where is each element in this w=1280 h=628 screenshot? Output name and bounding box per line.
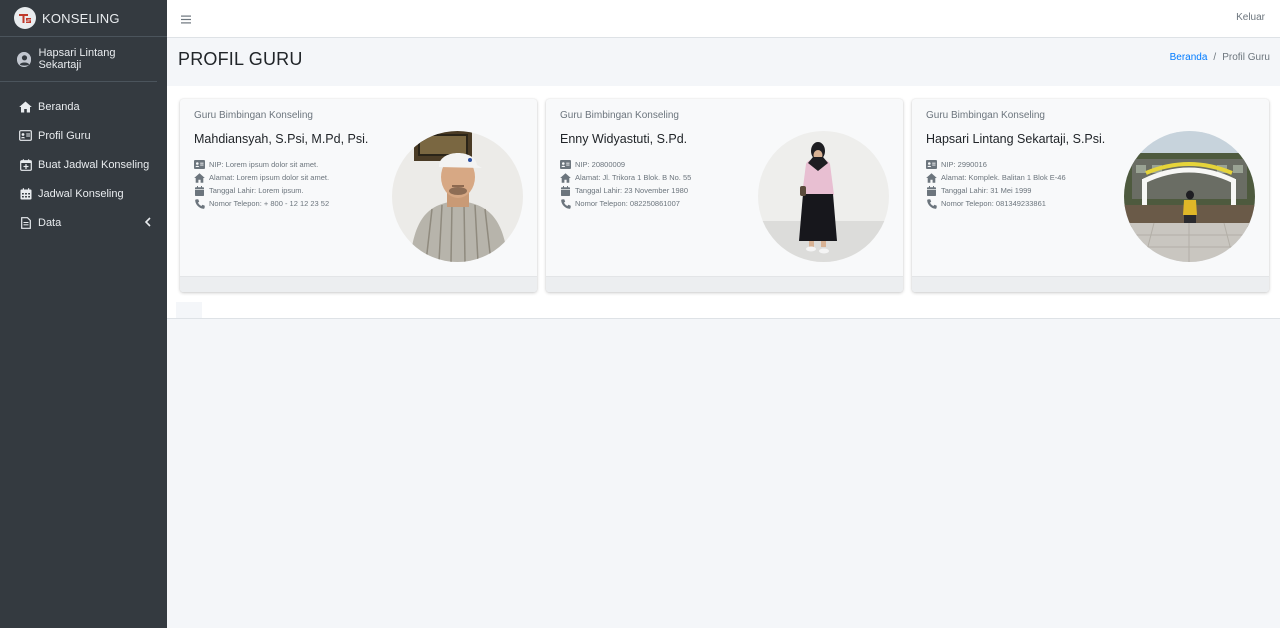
birthdate-row: Tanggal Lahir: Lorem ipsum. (194, 184, 329, 197)
nip-text: NIP: Lorem ipsum dolor sit amet. (209, 160, 319, 169)
brand-link[interactable]: KONSELING (0, 0, 167, 37)
nip-row: NIP: 2990016 (926, 158, 1066, 171)
sidebar-item-label: Beranda (38, 100, 80, 113)
home-icon (560, 172, 571, 183)
address-text: Alamat: Komplek. Balitan 1 Blok E-46 (941, 173, 1066, 182)
phone-icon (194, 198, 205, 209)
user-avatar-icon (17, 51, 32, 67)
breadcrumb-separator: / (1213, 52, 1217, 63)
address-text: Alamat: Lorem ipsum dolor sit amet. (209, 173, 330, 182)
home-icon (19, 100, 32, 113)
breadcrumb: Beranda / Profil Guru (1170, 52, 1270, 63)
card-subtitle: Guru Bimbingan Konseling (194, 110, 313, 121)
nip-text: NIP: 2990016 (941, 160, 987, 169)
sidebar-item-label: Jadwal Konseling (38, 187, 124, 200)
user-name: Hapsari Lintang Sekartaji (38, 47, 116, 71)
card-footer (546, 276, 903, 292)
teacher-info-list: NIP: 2990016 Alamat: Komplek. Balitan 1 … (926, 158, 1066, 210)
sidebar: KONSELING Hapsari Lintang Sekartaji Bera… (0, 0, 167, 628)
teacher-name: Enny Widyastuti, S.Pd. (560, 132, 688, 146)
chevron-left-icon[interactable] (144, 217, 151, 230)
calendar-icon (194, 185, 205, 196)
teacher-card: Guru Bimbingan Konseling Mahdiansyah, S.… (180, 99, 537, 292)
page-title: PROFIL GURU (178, 49, 303, 69)
teacher-name: Mahdiansyah, S.Psi, M.Pd, Psi. (194, 132, 369, 146)
nip-text: NIP: 20800009 (575, 160, 626, 169)
teacher-card: Guru Bimbingan Konseling Enny Widyastuti… (546, 99, 903, 292)
nip-row: NIP: 20800009 (560, 158, 691, 171)
calendar-plus-icon (19, 158, 32, 171)
breadcrumb-home-link[interactable]: Beranda (1170, 52, 1208, 63)
address-row: Alamat: Lorem ipsum dolor sit amet. (194, 171, 329, 184)
address-row: Alamat: Jl. Trikora 1 Blok. B No. 55 (560, 171, 691, 184)
sidebar-item-label: Data (38, 216, 62, 229)
home-icon (926, 172, 937, 183)
sidebar-item-label: Buat Jadwal Konseling (38, 158, 150, 171)
teacher-photo (1124, 131, 1255, 262)
calendar-icon (926, 185, 937, 196)
calendar-icon (19, 187, 32, 200)
birthdate-text: Tanggal Lahir: Lorem ipsum. (209, 186, 304, 195)
birthdate-text: Tanggal Lahir: 23 November 1980 (575, 186, 688, 195)
teacher-name: Hapsari Lintang Sekartaji, S.Psi. (926, 132, 1106, 146)
phone-row: Nomor Telepon: 082250861007 (560, 197, 691, 210)
address-row: Alamat: Komplek. Balitan 1 Blok E-46 (926, 171, 1066, 184)
id-card-icon (194, 160, 205, 170)
birthdate-row: Tanggal Lahir: 23 November 1980 (560, 184, 691, 197)
breadcrumb-current: Profil Guru (1222, 52, 1270, 63)
address-text: Alamat: Jl. Trikora 1 Blok. B No. 55 (575, 173, 692, 182)
user-panel[interactable]: Hapsari Lintang Sekartaji (0, 37, 157, 82)
sidebar-item-buat-jadwal[interactable]: Buat Jadwal Konseling (0, 150, 167, 179)
phone-text: Nomor Telepon: 082250861007 (575, 199, 680, 208)
sidebar-item-label: Profil Guru (38, 129, 91, 142)
card-subtitle: Guru Bimbingan Konseling (560, 110, 679, 121)
home-icon (194, 172, 205, 183)
birthdate-text: Tanggal Lahir: 31 Mei 1999 (941, 186, 1032, 195)
teacher-info-list: NIP: Lorem ipsum dolor sit amet. Alamat:… (194, 158, 329, 210)
teacher-photo (758, 131, 889, 262)
sidebar-nav: Beranda Profil Guru Buat Jadwal Konselin… (0, 92, 167, 237)
sidebar-item-profil-guru[interactable]: Profil Guru (0, 121, 167, 150)
card-footer (180, 276, 537, 292)
calendar-icon (560, 185, 571, 196)
brand-name: KONSELING (42, 10, 120, 26)
card-subtitle: Guru Bimbingan Konseling (926, 110, 1045, 121)
main-content: Guru Bimbingan Konseling Mahdiansyah, S.… (167, 86, 1280, 319)
sidebar-item-data[interactable]: Data (0, 208, 167, 237)
id-card-icon (19, 129, 32, 142)
card-footer (912, 276, 1269, 292)
nip-row: NIP: Lorem ipsum dolor sit amet. (194, 158, 329, 171)
id-card-icon (560, 160, 571, 170)
phone-row: Nomor Telepon: + 800 - 12 12 23 52 (194, 197, 329, 210)
sidebar-item-beranda[interactable]: Beranda (0, 92, 167, 121)
file-icon (19, 216, 32, 229)
id-card-icon (926, 160, 937, 170)
sidebar-item-jadwal[interactable]: Jadwal Konseling (0, 179, 167, 208)
pagination-stub (176, 302, 202, 318)
teacher-photo (392, 131, 523, 262)
brand-logo (14, 7, 36, 29)
phone-icon (926, 198, 937, 209)
phone-text: Nomor Telepon: + 800 - 12 12 23 52 (209, 199, 330, 208)
top-navbar: Keluar (167, 0, 1280, 38)
phone-icon (560, 198, 571, 209)
phone-row: Nomor Telepon: 081349233861 (926, 197, 1066, 210)
phone-text: Nomor Telepon: 081349233861 (941, 199, 1046, 208)
hamburger-menu-icon[interactable] (181, 11, 195, 25)
content-header: PROFIL GURU Beranda / Profil Guru (167, 38, 1280, 86)
teacher-card: Guru Bimbingan Konseling Hapsari Lintang… (912, 99, 1269, 292)
teacher-info-list: NIP: 20800009 Alamat: Jl. Trikora 1 Blok… (560, 158, 691, 210)
birthdate-row: Tanggal Lahir: 31 Mei 1999 (926, 184, 1066, 197)
logout-link[interactable]: Keluar (1236, 12, 1265, 23)
